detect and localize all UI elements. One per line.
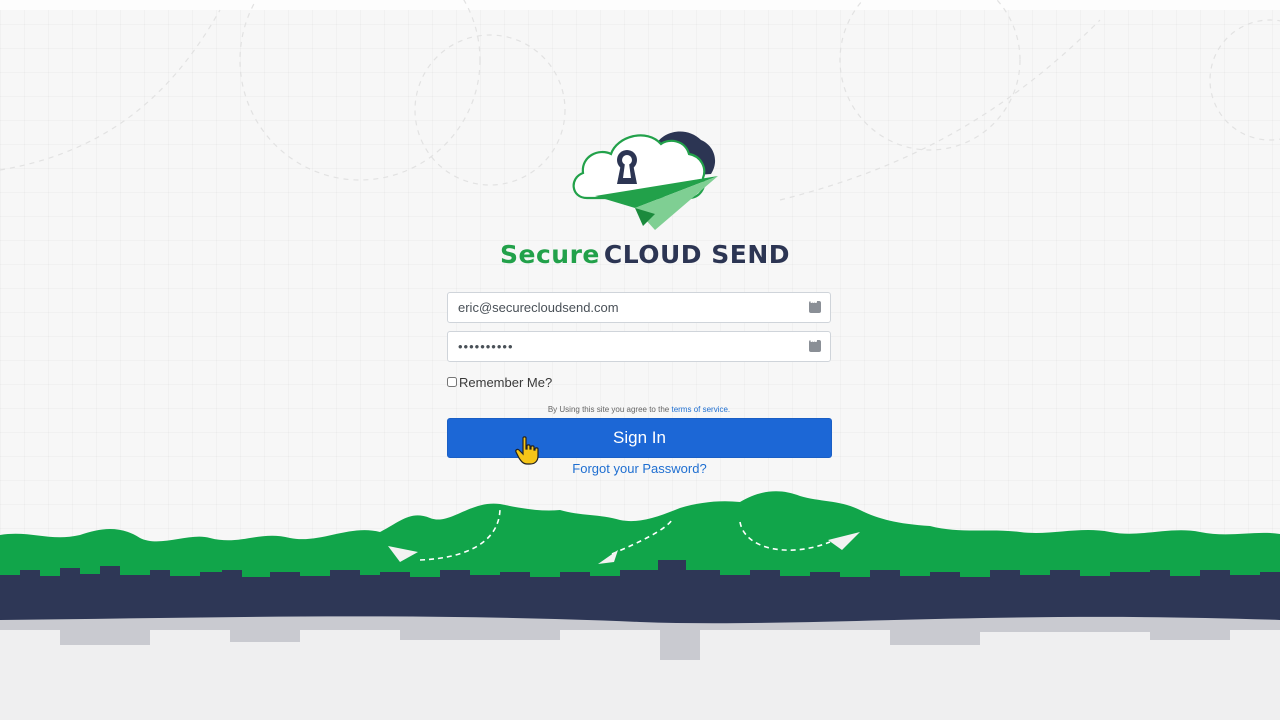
sign-in-button[interactable]: Sign In [447, 418, 832, 458]
password-input[interactable] [458, 332, 798, 361]
brand-word-cloud-send: CLOUD SEND [603, 240, 791, 269]
brand-word-secure: Secure [499, 240, 600, 269]
login-page: SecureCLOUD SEND Remember Me? By Using t… [0, 0, 1280, 720]
password-manager-icon[interactable] [809, 336, 821, 352]
terms-prefix: By Using this site you agree to the [547, 405, 670, 414]
remember-me-checkbox[interactable] [447, 377, 457, 387]
email-input[interactable] [458, 293, 798, 322]
terms-of-service-link[interactable]: terms of service. [671, 405, 730, 414]
password-field[interactable] [447, 331, 831, 362]
terms-notice: By Using this site you agree to the term… [447, 405, 831, 414]
forgot-password-link[interactable]: Forgot your Password? [447, 461, 832, 476]
email-field[interactable] [447, 292, 831, 323]
remember-me-label: Remember Me? [459, 374, 553, 390]
hand-pointer-icon [515, 436, 539, 465]
brand-name: Secure CLOUD SEND [440, 240, 850, 269]
remember-me[interactable]: Remember Me? [447, 374, 552, 390]
cloud-lock-paper-plane-icon [572, 131, 718, 230]
city-skyline-illustration [0, 491, 1280, 720]
password-manager-icon[interactable] [809, 297, 821, 313]
sign-in-label: Sign In [613, 428, 666, 447]
